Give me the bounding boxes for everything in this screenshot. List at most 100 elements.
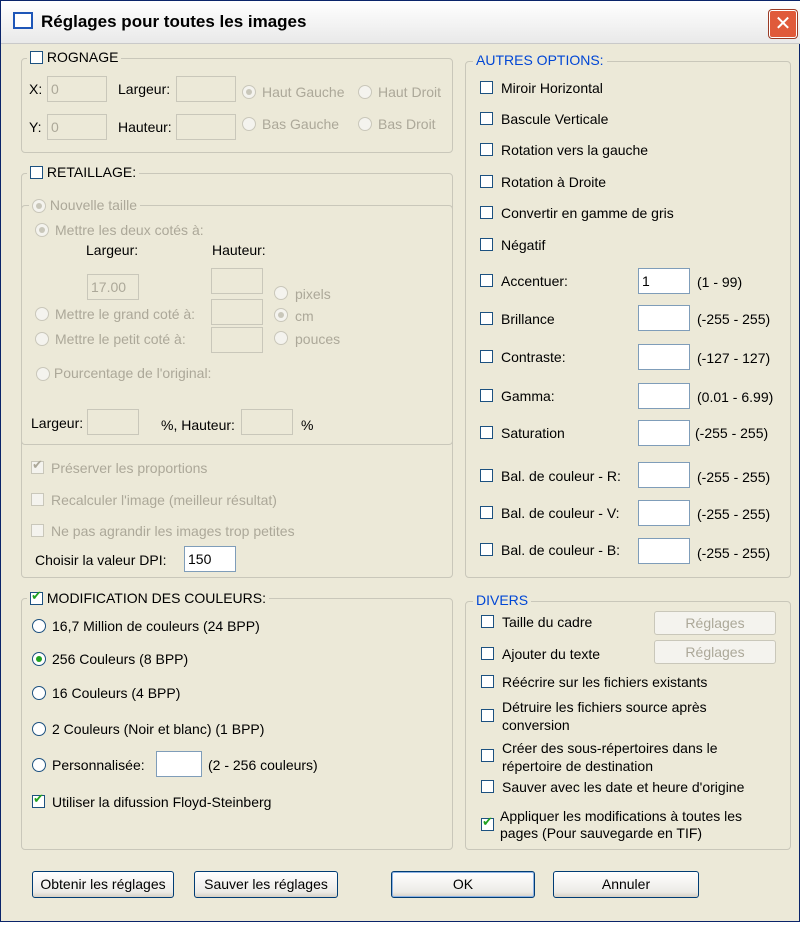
saturation-input[interactable] (638, 420, 690, 446)
no-enlarge-checkbox[interactable] (31, 524, 44, 537)
new-size-radio[interactable] (32, 199, 46, 214)
pct-height-input[interactable] (241, 409, 293, 435)
desktop-edge (0, 922, 800, 932)
load-settings-button[interactable]: Obtenir les réglages (32, 871, 174, 898)
opt-1bpp-radio[interactable] (32, 722, 46, 736)
crop-y-input[interactable]: 0 (47, 114, 107, 140)
negative-checkbox[interactable] (480, 238, 493, 251)
bal-b-checkbox[interactable] (480, 543, 493, 556)
keep-proportions-checkbox[interactable]: ✔ (31, 458, 44, 474)
saturation-checkbox[interactable] (480, 426, 493, 439)
crop-legend: ROGNAGE (27, 49, 122, 65)
rotate-left-checkbox[interactable] (480, 143, 493, 156)
opt-1bpp-label: 2 Couleurs (Noir et blanc) (1 BPP) (52, 721, 265, 737)
bal-b-label: Bal. de couleur - B: (501, 542, 621, 558)
add-text-checkbox[interactable] (481, 647, 494, 660)
long-side-input[interactable] (211, 299, 263, 325)
long-side-radio[interactable] (35, 307, 49, 321)
bal-v-input[interactable] (638, 500, 690, 526)
crop-height-input[interactable] (176, 114, 236, 140)
keep-proportions-label: Préserver les proportions (51, 460, 208, 476)
title-bar[interactable]: Réglages pour toutes les images ✕ (1, 1, 800, 44)
settings-dialog: Réglages pour toutes les images ✕ ROGNAG… (0, 0, 800, 922)
percent-radio[interactable] (36, 367, 50, 382)
apply-all-checkbox[interactable]: ✔ (481, 815, 494, 831)
resize-width-input[interactable]: 17.00 (87, 274, 139, 300)
opt-24bpp-radio[interactable] (32, 619, 46, 633)
new-size-legend: Nouvelle taille (29, 197, 141, 214)
gamma-range: (0.01 - 6.99) (697, 389, 774, 405)
close-button[interactable]: ✕ (769, 10, 797, 38)
unit-pixels-radio[interactable] (274, 286, 288, 300)
misc-legend: DIVERS (473, 592, 532, 608)
gamma-label: Gamma: (501, 388, 555, 404)
contrast-checkbox[interactable] (480, 350, 493, 363)
crop-width-input[interactable] (176, 76, 236, 102)
pct-height-label: %, Hauteur: (161, 417, 235, 433)
flip-v-checkbox[interactable] (480, 112, 493, 125)
sharpen-input[interactable]: 1 (638, 268, 690, 294)
colors-checkbox[interactable]: ✔ (30, 589, 43, 605)
crop-x-input[interactable]: 0 (47, 76, 107, 102)
resize-height-input[interactable] (211, 268, 263, 294)
both-sides-radio[interactable] (35, 223, 49, 237)
anchor-bottom-left-radio[interactable] (242, 117, 256, 131)
short-side-radio[interactable] (35, 332, 49, 346)
delete-source-checkbox[interactable] (481, 709, 494, 722)
new-size-subgroup (21, 205, 453, 445)
overwrite-checkbox[interactable] (481, 675, 494, 688)
mirror-h-checkbox[interactable] (480, 81, 493, 94)
frame-size-checkbox[interactable] (481, 615, 494, 628)
floyd-label: Utiliser la difussion Floyd-Steinberg (52, 794, 272, 810)
opt-4bpp-radio[interactable] (32, 686, 46, 700)
col-height-label: Hauteur: (212, 242, 266, 258)
text-settings-button[interactable]: Réglages (654, 640, 776, 664)
unit-cm-radio[interactable] (274, 308, 288, 322)
sharpen-range: (1 - 99) (697, 274, 743, 290)
grayscale-checkbox[interactable] (480, 206, 493, 219)
colors-legend: ✔ MODIFICATION DES COULEURS: (27, 589, 269, 606)
crop-width-label: Largeur: (118, 81, 171, 97)
cancel-button[interactable]: Annuler (553, 871, 699, 898)
bal-v-checkbox[interactable] (480, 506, 493, 519)
window-icon (13, 12, 33, 29)
gamma-checkbox[interactable] (480, 389, 493, 402)
subdirs-checkbox[interactable] (481, 749, 494, 762)
custom-colors-input[interactable] (156, 751, 202, 777)
gamma-input[interactable] (638, 383, 690, 409)
unit-inches-radio[interactable] (274, 331, 288, 345)
opt-8bpp-radio[interactable] (32, 652, 46, 666)
brightness-input[interactable] (638, 305, 690, 331)
contrast-input[interactable] (638, 344, 690, 370)
sharpen-checkbox[interactable] (480, 274, 493, 287)
crop-x-label: X: (29, 81, 43, 97)
frame-settings-button[interactable]: Réglages (654, 611, 776, 635)
anchor-top-right-radio[interactable] (358, 85, 372, 99)
brightness-range: (-255 - 255) (697, 311, 771, 327)
rotate-right-checkbox[interactable] (480, 175, 493, 188)
bal-b-input[interactable] (638, 538, 690, 564)
brightness-checkbox[interactable] (480, 312, 493, 325)
short-side-input[interactable] (211, 327, 263, 353)
brightness-label: Brillance (501, 311, 555, 327)
bal-r-input[interactable] (638, 462, 690, 488)
keep-date-checkbox[interactable] (481, 780, 494, 793)
bal-b-range: (-255 - 255) (697, 545, 771, 561)
bal-r-checkbox[interactable] (480, 469, 493, 482)
bal-v-range: (-255 - 255) (697, 506, 771, 522)
ok-button[interactable]: OK (391, 871, 535, 898)
crop-checkbox[interactable] (30, 50, 43, 64)
anchor-top-left-radio[interactable] (242, 85, 256, 99)
custom-range-label: (2 - 256 couleurs) (208, 757, 318, 773)
recalc-image-checkbox[interactable] (31, 493, 44, 506)
resize-checkbox[interactable] (30, 165, 43, 179)
anchor-bottom-right-radio[interactable] (358, 117, 372, 131)
col-width-label: Largeur: (86, 242, 139, 258)
pct-width-input[interactable] (87, 409, 139, 435)
contrast-label: Contraste: (501, 349, 566, 365)
dpi-input[interactable]: 150 (184, 546, 236, 572)
floyd-checkbox[interactable]: ✔ (32, 792, 45, 808)
opt-4bpp-label: 16 Couleurs (4 BPP) (52, 685, 181, 701)
save-settings-button[interactable]: Sauver les réglages (194, 871, 338, 898)
opt-custom-radio[interactable] (32, 758, 46, 772)
